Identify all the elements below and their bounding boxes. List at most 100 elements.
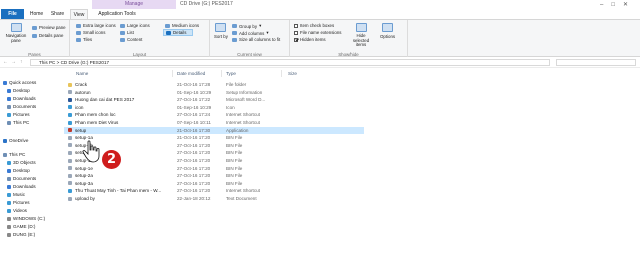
nav-item[interactable]: OneDrive <box>3 138 28 143</box>
column-header-type[interactable]: Type <box>226 71 236 76</box>
layout-small-icons[interactable]: Small icons <box>76 30 105 35</box>
nav-item[interactable]: Pictures <box>7 112 30 117</box>
nav-item-label: Downloads <box>13 184 36 189</box>
chevron-down-icon: ▾ <box>266 30 269 35</box>
maximize-icon[interactable]: □ <box>611 2 623 8</box>
nav-item[interactable]: Downloads <box>7 96 36 101</box>
hide-selected-icon <box>355 23 367 32</box>
file-row[interactable]: Phan mem chon loc 27-Oct-16 17:24 Internet… <box>64 111 364 118</box>
file-icon <box>68 105 72 110</box>
file-name: Huong dan cai dat PES 2017 <box>75 97 135 103</box>
extra-large-icons-icon <box>76 23 81 28</box>
nav-item-icon <box>3 138 7 143</box>
file-name: Crack <box>75 82 87 87</box>
nav-item-label: WINDOWS (C:) <box>13 216 46 221</box>
nav-item-label: GAME (D:) <box>13 224 36 229</box>
file-row[interactable]: setup 21-Oct-16 17:30 Application <box>64 126 364 134</box>
nav-item[interactable]: Music <box>7 192 25 197</box>
file-row[interactable]: Crack 21-Oct-16 17:28 File folder <box>64 81 364 88</box>
details-pane-button[interactable]: Details pane <box>32 33 63 38</box>
nav-item[interactable]: Pictures <box>7 200 30 205</box>
nav-item[interactable]: Videos <box>7 208 27 213</box>
checkbox-checked-icon[interactable] <box>294 37 298 42</box>
column-divider[interactable] <box>281 70 282 77</box>
file-row[interactable]: autorun 01-Sep-16 10:29 Setup Information <box>64 89 364 96</box>
tab-share[interactable]: Share <box>49 9 66 19</box>
preview-pane-button[interactable]: Preview pane <box>32 25 66 30</box>
layout-details[interactable]: Details <box>163 29 194 36</box>
sort-by-button[interactable]: Sort by <box>214 23 228 39</box>
column-header-date[interactable]: Date modified <box>177 71 205 76</box>
checkbox-icon[interactable] <box>294 23 298 28</box>
nav-item[interactable]: Documents <box>7 176 36 181</box>
tab-application-tools[interactable]: Application Tools <box>94 9 140 19</box>
layout-content[interactable]: Content <box>120 37 142 42</box>
nav-item-icon <box>7 96 11 101</box>
file-row[interactable]: upload by 22-Jan-18 20:12 Text Document <box>64 195 364 202</box>
window-controls[interactable]: –□✕ <box>600 1 636 8</box>
nav-item[interactable]: WINDOWS (C:) <box>7 216 45 221</box>
size-all-columns-button[interactable]: Size all columns to fit <box>232 37 280 42</box>
minimize-icon[interactable]: – <box>600 2 611 8</box>
nav-item-label: Documents <box>13 176 37 181</box>
layout-large-icons[interactable]: Large icons <box>120 23 150 28</box>
nav-item-icon <box>7 88 11 93</box>
group-by-button[interactable]: Group by ▾ <box>232 23 261 29</box>
file-row[interactable]: Phan mem Diet Virus 07-Sep-16 10:11 Intern… <box>64 119 364 126</box>
file-type: BIN File <box>226 135 243 141</box>
file-row[interactable]: Huong dan cai dat PES 2017 27-Oct-16 17:2… <box>64 96 364 103</box>
layout-tiles[interactable]: Tiles <box>76 37 92 42</box>
column-header-name[interactable]: Name <box>76 71 88 76</box>
nav-item[interactable]: Desktop <box>7 168 30 173</box>
manage-contextual-tab[interactable]: Manage <box>92 0 176 9</box>
add-columns-button[interactable]: Add columns ▾ <box>232 30 269 36</box>
column-header-size[interactable]: Size <box>288 71 297 76</box>
column-divider[interactable] <box>172 70 173 77</box>
column-divider[interactable] <box>221 70 222 77</box>
search-input[interactable] <box>556 59 636 66</box>
file-row[interactable]: Thu Thuat May Tinh - Tai Phan mem - W...… <box>64 187 364 194</box>
nav-item[interactable]: This PC <box>7 120 29 125</box>
navigation-pane-button[interactable]: Navigation pane <box>4 23 28 43</box>
options-button[interactable]: Options <box>380 23 395 39</box>
file-date: 27-Oct-16 17:24 <box>177 112 211 118</box>
file-row[interactable]: setup-2a 27-Oct-16 17:20 BIN File <box>64 172 364 179</box>
nav-item[interactable]: 3D Objects <box>7 160 36 165</box>
checkbox-icon[interactable] <box>294 30 298 35</box>
file-row[interactable]: setup-1b 27-Oct-16 17:20 BIN File <box>64 142 364 149</box>
nav-item[interactable]: GAME (D:) <box>7 224 35 229</box>
file-icon <box>68 135 72 140</box>
nav-item[interactable]: Desktop <box>7 88 30 93</box>
tab-file[interactable]: File <box>1 9 24 19</box>
item-check-boxes-toggle[interactable]: Item check boxes <box>294 23 334 28</box>
tab-home[interactable]: Home <box>28 9 45 19</box>
close-icon[interactable]: ✕ <box>623 2 636 8</box>
file-name: autorun <box>75 89 91 95</box>
file-row[interactable]: setup-1a 21-Oct-16 17:20 BIN File <box>64 134 364 141</box>
nav-item[interactable]: Documents <box>7 104 36 109</box>
layout-list[interactable]: List <box>120 30 134 35</box>
layout-extra-large-icons[interactable]: Extra large icons <box>76 23 116 28</box>
nav-item[interactable]: Quick access <box>3 80 36 85</box>
hide-selected-items-button[interactable]: Hide selected items <box>350 23 372 48</box>
layout-medium-icons[interactable]: Medium icons <box>165 23 199 28</box>
back-icon[interactable]: ← <box>3 59 8 65</box>
up-icon[interactable]: ↑ <box>20 59 23 65</box>
window-title: CD Drive (G:) PES2017 <box>180 1 233 7</box>
file-row[interactable]: setup-3a 27-Oct-16 17:20 BIN File <box>64 180 364 187</box>
hidden-items-toggle[interactable]: Hidden items <box>294 37 326 42</box>
tab-view[interactable]: View <box>70 9 88 19</box>
file-name-extensions-toggle[interactable]: File name extensions <box>294 30 342 35</box>
nav-item-label: This PC <box>9 152 26 157</box>
nav-item[interactable]: This PC <box>3 152 25 157</box>
breadcrumb[interactable]: This PC > CD Drive (G:) PES2017 <box>30 59 550 66</box>
nav-item[interactable]: Downloads <box>7 184 36 189</box>
file-name: setup <box>75 127 87 133</box>
file-date: 22-Jan-18 20:12 <box>177 196 211 201</box>
nav-item[interactable]: DUNG (E:) <box>7 232 35 237</box>
file-date: 27-Oct-16 17:20 <box>177 173 211 179</box>
nav-item-label: Downloads <box>13 96 36 101</box>
file-type: Icon <box>226 104 235 110</box>
file-row[interactable]: icon 01-Sep-16 10:29 Icon <box>64 104 364 111</box>
forward-icon[interactable]: → <box>11 59 16 65</box>
